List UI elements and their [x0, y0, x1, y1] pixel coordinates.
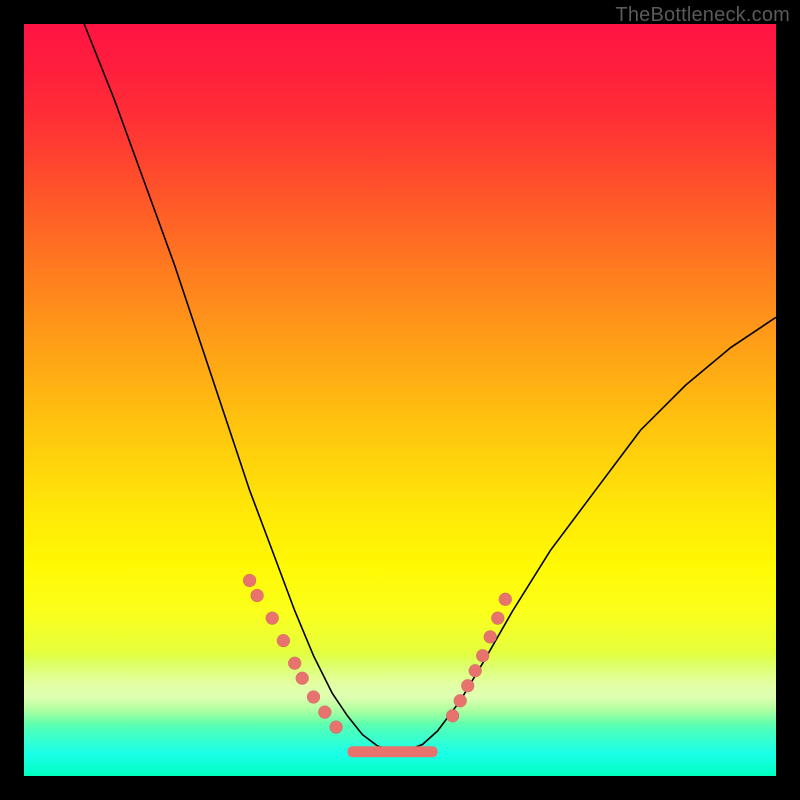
marker-dot — [266, 612, 279, 625]
marker-dot — [318, 706, 331, 719]
watermark-text: TheBottleneck.com — [615, 4, 790, 27]
marker-dot — [491, 612, 504, 625]
marker-cluster-left — [243, 574, 343, 734]
marker-dot — [307, 691, 320, 704]
marker-dot — [288, 657, 301, 670]
bottleneck-curve-path — [84, 24, 776, 751]
marker-dot — [277, 634, 290, 647]
marker-dot — [461, 679, 474, 692]
marker-dot — [243, 574, 256, 587]
marker-dot — [454, 694, 467, 707]
chart-svg — [24, 24, 776, 776]
marker-dot — [296, 672, 309, 685]
marker-bottom-bar — [347, 746, 437, 757]
marker-dot — [251, 589, 264, 602]
marker-dot — [499, 593, 512, 606]
marker-dot — [476, 649, 489, 662]
marker-dot — [484, 630, 497, 643]
chart-stage: TheBottleneck.com — [0, 0, 800, 800]
marker-dot — [469, 664, 482, 677]
marker-dot — [330, 721, 343, 734]
marker-cluster-right — [446, 593, 512, 723]
marker-dot — [446, 709, 459, 722]
plot-area — [24, 24, 776, 776]
